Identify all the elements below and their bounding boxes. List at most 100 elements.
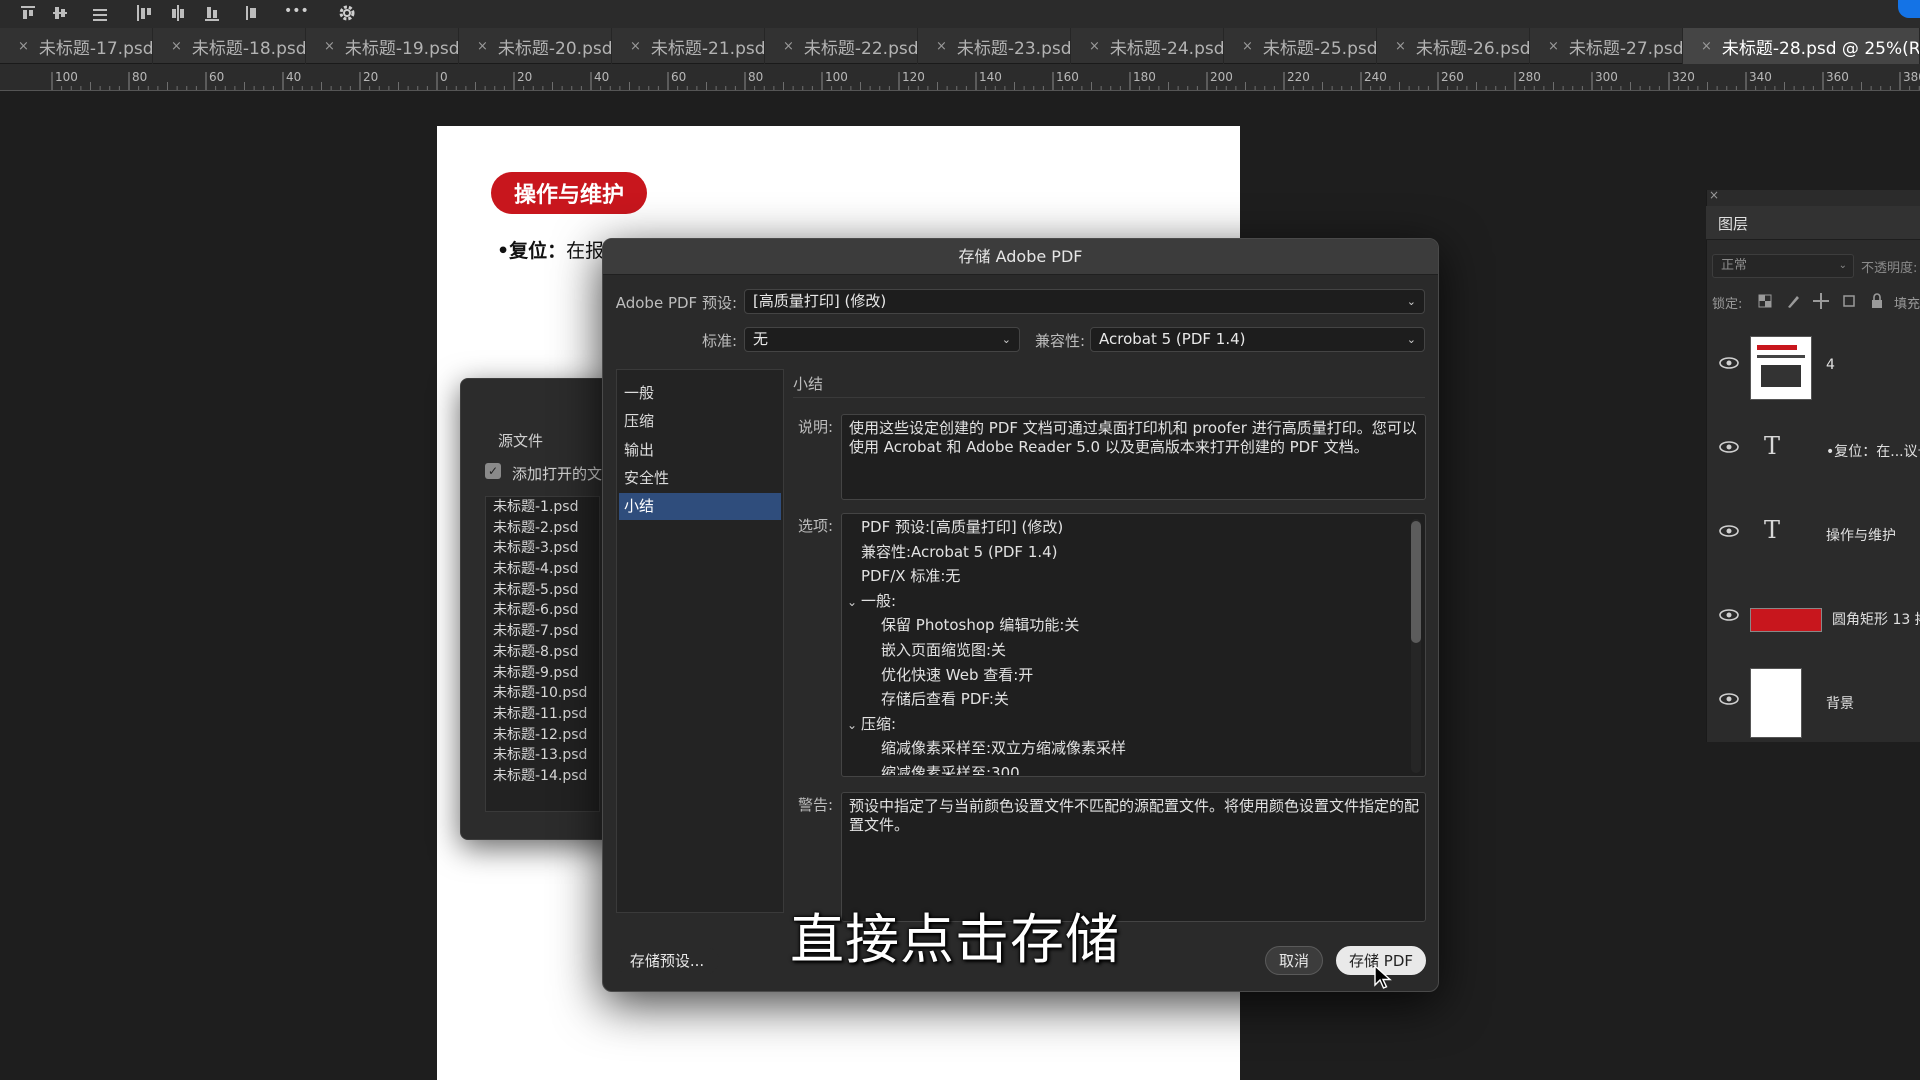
options-scrollbar-thumb[interactable] xyxy=(1411,521,1421,643)
document-tab[interactable]: × 未标题-18.psd xyxy=(153,28,306,64)
ruler-label: 60 xyxy=(209,70,224,84)
gear-icon[interactable] xyxy=(337,4,357,22)
lock-brush-icon[interactable] xyxy=(1784,292,1802,310)
options-tree[interactable]: PDF 预设:[高质量打印] (修改) 兼容性:Acrobat 5 (PDF 1… xyxy=(843,515,1403,775)
document-tab[interactable]: × 未标题-23.psd xyxy=(918,28,1071,64)
category-nav: 一般 压缩 输出 安全性 小结 xyxy=(616,369,784,913)
source-file-item[interactable]: 未标题-10.psd xyxy=(486,683,599,704)
save-preset-button[interactable]: 存储预设... xyxy=(615,946,719,975)
video-subtitle: 直接点击存储 xyxy=(790,908,1120,971)
tab-close-icon[interactable]: × xyxy=(1089,39,1100,54)
lock-transparency-icon[interactable] xyxy=(1756,292,1774,310)
bullet-text: 在报 xyxy=(566,240,605,262)
panel-close-icon[interactable]: × xyxy=(1709,188,1719,202)
layer-row[interactable]: T 操作与维护 xyxy=(1706,494,1920,578)
tab-close-icon[interactable]: × xyxy=(477,39,488,54)
align-right-icon[interactable] xyxy=(202,4,222,22)
document-tab[interactable]: × 未标题-21.psd xyxy=(612,28,765,64)
source-file-item[interactable]: 未标题-12.psd xyxy=(486,725,599,746)
nav-item-output[interactable]: 输出 xyxy=(619,437,781,464)
tab-close-icon[interactable]: × xyxy=(1395,39,1406,54)
ruler-label: 80 xyxy=(748,70,763,84)
source-file-item[interactable]: 未标题-1.psd xyxy=(486,497,599,518)
tab-label: 未标题-26.psd xyxy=(1415,38,1530,59)
horizontal-ruler[interactable]: 100 80 60 40 20 0 20 40 60 80 100 120 140 160 180 200 22… xyxy=(0,64,1920,91)
layer-row[interactable]: T •复位：在...议长 xyxy=(1706,410,1920,494)
align-left-icon[interactable] xyxy=(134,4,154,22)
layer-name[interactable]: 背景 xyxy=(1826,693,1854,713)
tab-close-icon[interactable]: × xyxy=(783,39,794,54)
source-file-item[interactable]: 未标题-9.psd xyxy=(486,663,599,684)
tab-close-icon[interactable]: × xyxy=(1242,39,1253,54)
layer-row[interactable]: 4 xyxy=(1706,326,1920,410)
cancel-button[interactable]: 取消 xyxy=(1265,946,1323,975)
align-hcenter-icon[interactable] xyxy=(168,4,188,22)
nav-item-summary[interactable]: 小结 xyxy=(619,493,781,520)
option-group[interactable]: ⌄ 压缩: xyxy=(843,712,1403,737)
chevron-down-icon[interactable]: ⌄ xyxy=(847,590,861,615)
tab-close-icon[interactable]: × xyxy=(1548,39,1559,54)
nav-item-security[interactable]: 安全性 xyxy=(619,465,781,492)
document-tab[interactable]: × 未标题-26.psd xyxy=(1377,28,1530,64)
blend-mode-dropdown[interactable]: 正常 ⌄ xyxy=(1712,254,1854,278)
chevron-down-icon: ⌄ xyxy=(1406,333,1416,346)
tab-close-icon[interactable]: × xyxy=(171,39,182,54)
source-file-item[interactable]: 未标题-7.psd xyxy=(486,621,599,642)
source-file-item[interactable]: 未标题-2.psd xyxy=(486,518,599,539)
document-tab[interactable]: × 未标题-25.psd xyxy=(1224,28,1377,64)
layer-name[interactable]: •复位：在...议长 xyxy=(1826,441,1920,461)
mouse-cursor-icon xyxy=(1374,965,1392,989)
layer-row[interactable]: 圆角矩形 13 拷 xyxy=(1706,578,1920,662)
tab-close-icon[interactable]: × xyxy=(936,39,947,54)
add-open-files-checkbox[interactable]: ✓ xyxy=(485,463,501,479)
more-icon[interactable]: ••• xyxy=(284,4,310,22)
source-file-item[interactable]: 未标题-14.psd xyxy=(486,766,599,787)
align-top-icon[interactable] xyxy=(18,4,38,22)
source-file-item[interactable]: 未标题-8.psd xyxy=(486,642,599,663)
visibility-eye-icon[interactable] xyxy=(1718,692,1740,706)
option-group[interactable]: ⌄ 一般: xyxy=(843,589,1403,614)
document-tab[interactable]: × 未标题-22.psd xyxy=(765,28,918,64)
chevron-down-icon[interactable]: ⌄ xyxy=(847,713,861,738)
distribute-h-icon[interactable] xyxy=(242,4,262,22)
source-file-item[interactable]: 未标题-4.psd xyxy=(486,559,599,580)
source-file-item[interactable]: 未标题-13.psd xyxy=(486,745,599,766)
source-file-list[interactable]: 未标题-1.psd 未标题-2.psd 未标题-3.psd 未标题-4.psd … xyxy=(485,496,600,812)
document-tab[interactable]: × 未标题-24.psd xyxy=(1071,28,1224,64)
document-tab-active[interactable]: × 未标题-28.psd @ 25%(RGB/8) xyxy=(1683,28,1920,64)
lock-artboard-icon[interactable] xyxy=(1840,292,1858,310)
ruler-label: 100 xyxy=(55,70,78,84)
lock-move-icon[interactable] xyxy=(1812,292,1830,310)
lock-all-icon[interactable] xyxy=(1868,292,1886,310)
tab-close-icon[interactable]: × xyxy=(324,39,335,54)
standard-dropdown[interactable]: 无 ⌄ xyxy=(744,327,1020,352)
layer-row[interactable]: 背景 xyxy=(1706,662,1920,746)
visibility-eye-icon[interactable] xyxy=(1718,608,1740,622)
tab-close-icon[interactable]: × xyxy=(630,39,641,54)
align-bottom-icon[interactable] xyxy=(90,4,110,22)
document-tab[interactable]: × 未标题-17.psd xyxy=(0,28,153,64)
tab-layers[interactable]: 图层 xyxy=(1718,213,1748,234)
source-file-item[interactable]: 未标题-5.psd xyxy=(486,580,599,601)
visibility-eye-icon[interactable] xyxy=(1718,356,1740,370)
document-tab[interactable]: × 未标题-19.psd xyxy=(306,28,459,64)
visibility-eye-icon[interactable] xyxy=(1718,440,1740,454)
preset-dropdown[interactable]: [高质量打印] (修改) ⌄ xyxy=(744,289,1425,314)
visibility-eye-icon[interactable] xyxy=(1718,524,1740,538)
share-button[interactable] xyxy=(1898,0,1920,18)
source-file-item[interactable]: 未标题-3.psd xyxy=(486,538,599,559)
tab-close-icon[interactable]: × xyxy=(18,39,29,54)
document-tab[interactable]: × 未标题-20.psd xyxy=(459,28,612,64)
align-vcenter-icon[interactable] xyxy=(50,4,70,22)
nav-item-general[interactable]: 一般 xyxy=(619,380,781,407)
source-file-item[interactable]: 未标题-6.psd xyxy=(486,600,599,621)
layer-name[interactable]: 操作与维护 xyxy=(1826,525,1896,545)
nav-item-compression[interactable]: 压缩 xyxy=(619,408,781,435)
compat-dropdown[interactable]: Acrobat 5 (PDF 1.4) ⌄ xyxy=(1090,327,1425,352)
source-file-item[interactable]: 未标题-11.psd xyxy=(486,704,599,725)
layer-name[interactable]: 圆角矩形 13 拷 xyxy=(1832,609,1920,629)
tab-close-icon[interactable]: × xyxy=(1701,39,1712,54)
tab-label: 未标题-20.psd xyxy=(497,38,612,59)
layer-name[interactable]: 4 xyxy=(1826,357,1835,373)
document-tab[interactable]: × 未标题-27.psd xyxy=(1530,28,1683,64)
